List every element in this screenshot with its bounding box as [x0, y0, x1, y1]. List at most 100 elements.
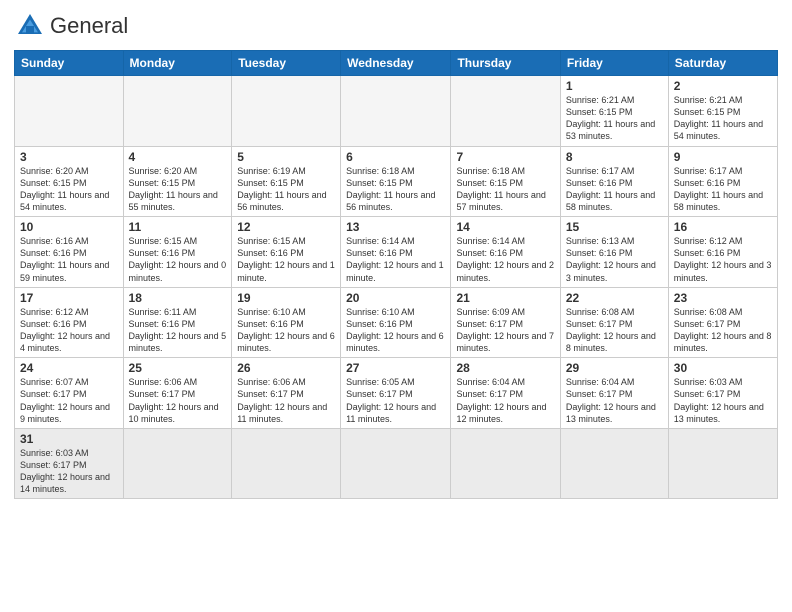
day-number: 12 — [237, 220, 335, 234]
day-info: Sunrise: 6:08 AM Sunset: 6:17 PM Dayligh… — [674, 306, 772, 355]
day-number: 13 — [346, 220, 445, 234]
logo-text: General — [50, 15, 128, 38]
calendar-cell: 17Sunrise: 6:12 AM Sunset: 6:16 PM Dayli… — [15, 287, 124, 358]
calendar-cell: 4Sunrise: 6:20 AM Sunset: 6:15 PM Daylig… — [123, 146, 232, 217]
day-info: Sunrise: 6:17 AM Sunset: 6:16 PM Dayligh… — [674, 165, 772, 214]
weekday-header-row: SundayMondayTuesdayWednesdayThursdayFrid… — [15, 51, 778, 76]
calendar-week-row: 17Sunrise: 6:12 AM Sunset: 6:16 PM Dayli… — [15, 287, 778, 358]
calendar-cell — [123, 428, 232, 499]
weekday-header-monday: Monday — [123, 51, 232, 76]
calendar-cell: 30Sunrise: 6:03 AM Sunset: 6:17 PM Dayli… — [668, 358, 777, 429]
calendar: SundayMondayTuesdayWednesdayThursdayFrid… — [14, 50, 778, 499]
day-info: Sunrise: 6:15 AM Sunset: 6:16 PM Dayligh… — [237, 235, 335, 284]
day-number: 18 — [129, 291, 227, 305]
day-info: Sunrise: 6:20 AM Sunset: 6:15 PM Dayligh… — [129, 165, 227, 214]
day-number: 8 — [566, 150, 663, 164]
day-info: Sunrise: 6:06 AM Sunset: 6:17 PM Dayligh… — [129, 376, 227, 425]
logo: General — [14, 10, 128, 42]
calendar-week-row: 1Sunrise: 6:21 AM Sunset: 6:15 PM Daylig… — [15, 76, 778, 147]
calendar-cell: 19Sunrise: 6:10 AM Sunset: 6:16 PM Dayli… — [232, 287, 341, 358]
calendar-cell: 14Sunrise: 6:14 AM Sunset: 6:16 PM Dayli… — [451, 217, 560, 288]
day-number: 30 — [674, 361, 772, 375]
calendar-cell — [668, 428, 777, 499]
calendar-cell: 6Sunrise: 6:18 AM Sunset: 6:15 PM Daylig… — [341, 146, 451, 217]
calendar-cell — [123, 76, 232, 147]
day-number: 21 — [456, 291, 554, 305]
day-number: 5 — [237, 150, 335, 164]
logo-icon — [14, 10, 46, 42]
day-info: Sunrise: 6:15 AM Sunset: 6:16 PM Dayligh… — [129, 235, 227, 284]
calendar-cell: 10Sunrise: 6:16 AM Sunset: 6:16 PM Dayli… — [15, 217, 124, 288]
calendar-cell: 23Sunrise: 6:08 AM Sunset: 6:17 PM Dayli… — [668, 287, 777, 358]
calendar-cell — [232, 76, 341, 147]
day-number: 17 — [20, 291, 118, 305]
day-number: 10 — [20, 220, 118, 234]
calendar-cell — [341, 428, 451, 499]
day-number: 19 — [237, 291, 335, 305]
day-number: 2 — [674, 79, 772, 93]
calendar-cell: 13Sunrise: 6:14 AM Sunset: 6:16 PM Dayli… — [341, 217, 451, 288]
header: General — [14, 10, 778, 42]
calendar-cell: 1Sunrise: 6:21 AM Sunset: 6:15 PM Daylig… — [560, 76, 668, 147]
day-number: 14 — [456, 220, 554, 234]
day-number: 1 — [566, 79, 663, 93]
day-info: Sunrise: 6:09 AM Sunset: 6:17 PM Dayligh… — [456, 306, 554, 355]
calendar-cell: 20Sunrise: 6:10 AM Sunset: 6:16 PM Dayli… — [341, 287, 451, 358]
day-info: Sunrise: 6:07 AM Sunset: 6:17 PM Dayligh… — [20, 376, 118, 425]
day-info: Sunrise: 6:11 AM Sunset: 6:16 PM Dayligh… — [129, 306, 227, 355]
calendar-week-row: 31Sunrise: 6:03 AM Sunset: 6:17 PM Dayli… — [15, 428, 778, 499]
calendar-cell: 7Sunrise: 6:18 AM Sunset: 6:15 PM Daylig… — [451, 146, 560, 217]
day-number: 26 — [237, 361, 335, 375]
day-info: Sunrise: 6:20 AM Sunset: 6:15 PM Dayligh… — [20, 165, 118, 214]
day-info: Sunrise: 6:17 AM Sunset: 6:16 PM Dayligh… — [566, 165, 663, 214]
day-number: 27 — [346, 361, 445, 375]
calendar-cell: 24Sunrise: 6:07 AM Sunset: 6:17 PM Dayli… — [15, 358, 124, 429]
weekday-header-friday: Friday — [560, 51, 668, 76]
calendar-week-row: 10Sunrise: 6:16 AM Sunset: 6:16 PM Dayli… — [15, 217, 778, 288]
day-number: 15 — [566, 220, 663, 234]
weekday-header-saturday: Saturday — [668, 51, 777, 76]
calendar-cell: 11Sunrise: 6:15 AM Sunset: 6:16 PM Dayli… — [123, 217, 232, 288]
day-info: Sunrise: 6:10 AM Sunset: 6:16 PM Dayligh… — [237, 306, 335, 355]
day-number: 29 — [566, 361, 663, 375]
calendar-cell: 31Sunrise: 6:03 AM Sunset: 6:17 PM Dayli… — [15, 428, 124, 499]
calendar-week-row: 3Sunrise: 6:20 AM Sunset: 6:15 PM Daylig… — [15, 146, 778, 217]
day-number: 20 — [346, 291, 445, 305]
day-number: 4 — [129, 150, 227, 164]
day-number: 25 — [129, 361, 227, 375]
weekday-header-wednesday: Wednesday — [341, 51, 451, 76]
calendar-cell: 21Sunrise: 6:09 AM Sunset: 6:17 PM Dayli… — [451, 287, 560, 358]
calendar-cell: 5Sunrise: 6:19 AM Sunset: 6:15 PM Daylig… — [232, 146, 341, 217]
calendar-cell: 29Sunrise: 6:04 AM Sunset: 6:17 PM Dayli… — [560, 358, 668, 429]
day-number: 6 — [346, 150, 445, 164]
calendar-cell — [451, 76, 560, 147]
weekday-header-tuesday: Tuesday — [232, 51, 341, 76]
calendar-cell: 9Sunrise: 6:17 AM Sunset: 6:16 PM Daylig… — [668, 146, 777, 217]
calendar-cell — [15, 76, 124, 147]
weekday-header-sunday: Sunday — [15, 51, 124, 76]
logo-wordmark: General — [50, 13, 128, 38]
calendar-cell: 16Sunrise: 6:12 AM Sunset: 6:16 PM Dayli… — [668, 217, 777, 288]
day-number: 23 — [674, 291, 772, 305]
day-info: Sunrise: 6:19 AM Sunset: 6:15 PM Dayligh… — [237, 165, 335, 214]
day-number: 22 — [566, 291, 663, 305]
day-number: 16 — [674, 220, 772, 234]
day-info: Sunrise: 6:04 AM Sunset: 6:17 PM Dayligh… — [456, 376, 554, 425]
day-number: 7 — [456, 150, 554, 164]
calendar-cell: 8Sunrise: 6:17 AM Sunset: 6:16 PM Daylig… — [560, 146, 668, 217]
day-info: Sunrise: 6:21 AM Sunset: 6:15 PM Dayligh… — [566, 94, 663, 143]
calendar-week-row: 24Sunrise: 6:07 AM Sunset: 6:17 PM Dayli… — [15, 358, 778, 429]
calendar-cell: 2Sunrise: 6:21 AM Sunset: 6:15 PM Daylig… — [668, 76, 777, 147]
day-info: Sunrise: 6:14 AM Sunset: 6:16 PM Dayligh… — [346, 235, 445, 284]
day-info: Sunrise: 6:08 AM Sunset: 6:17 PM Dayligh… — [566, 306, 663, 355]
day-info: Sunrise: 6:13 AM Sunset: 6:16 PM Dayligh… — [566, 235, 663, 284]
day-number: 28 — [456, 361, 554, 375]
day-info: Sunrise: 6:05 AM Sunset: 6:17 PM Dayligh… — [346, 376, 445, 425]
day-info: Sunrise: 6:18 AM Sunset: 6:15 PM Dayligh… — [456, 165, 554, 214]
calendar-cell: 3Sunrise: 6:20 AM Sunset: 6:15 PM Daylig… — [15, 146, 124, 217]
weekday-header-thursday: Thursday — [451, 51, 560, 76]
calendar-cell — [232, 428, 341, 499]
day-info: Sunrise: 6:12 AM Sunset: 6:16 PM Dayligh… — [20, 306, 118, 355]
calendar-cell: 25Sunrise: 6:06 AM Sunset: 6:17 PM Dayli… — [123, 358, 232, 429]
calendar-cell — [451, 428, 560, 499]
